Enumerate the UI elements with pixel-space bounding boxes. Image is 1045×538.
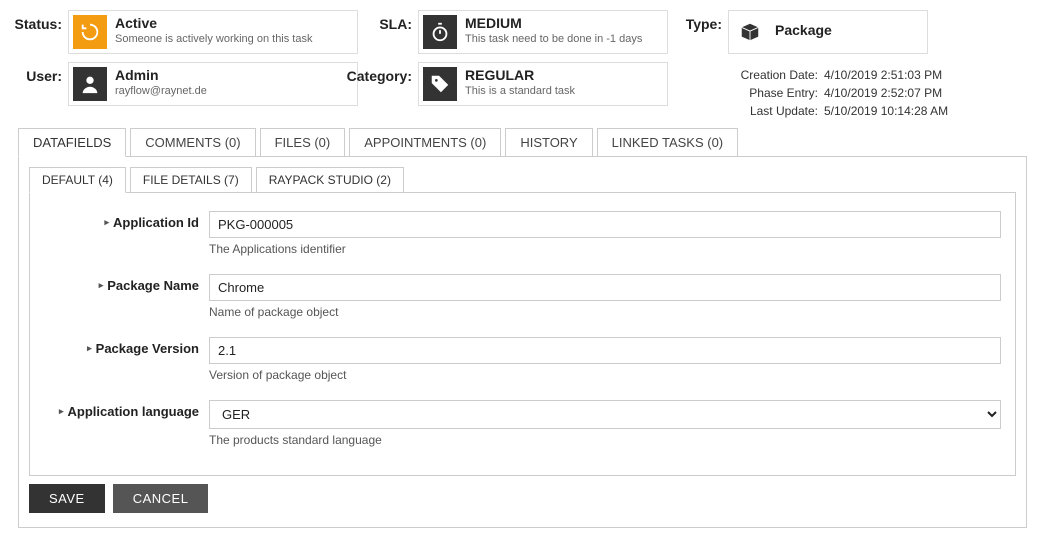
status-active-icon [73, 15, 107, 49]
input-application-id[interactable] [209, 211, 1001, 238]
help-package-name: Name of package object [209, 305, 1001, 319]
caret-icon: ▸ [87, 343, 92, 354]
user-icon [73, 67, 107, 101]
help-app-language: The products standard language [209, 433, 1001, 447]
meta-creation-val: 4/10/2019 2:51:03 PM [824, 66, 974, 84]
caret-icon: ▸ [59, 406, 64, 417]
status-cell: Active Someone is actively working on th… [68, 10, 358, 54]
user-title: Admin [115, 67, 207, 84]
type-label: Type: [686, 10, 722, 32]
tab-history[interactable]: HISTORY [505, 128, 592, 157]
caret-icon: ▸ [99, 280, 104, 291]
stopwatch-icon [423, 15, 457, 49]
user-email: rayflow@raynet.de [115, 84, 207, 98]
status-desc: Someone is actively working on this task [115, 32, 312, 46]
cancel-button[interactable]: CANCEL [113, 484, 209, 513]
type-title: Package [775, 15, 832, 39]
status-title: Active [115, 15, 312, 32]
sub-tabs: DEFAULT (4) FILE DETAILS (7) RAYPACK STU… [29, 167, 1016, 193]
save-button[interactable]: SAVE [29, 484, 105, 513]
field-label-package-version: Package Version [96, 341, 199, 356]
input-package-version[interactable] [209, 337, 1001, 364]
field-label-app-id: Application Id [113, 215, 199, 230]
subtab-raypack-studio[interactable]: RAYPACK STUDIO (2) [256, 167, 404, 193]
meta-update-key: Last Update: [728, 102, 818, 120]
sla-label: SLA: [379, 10, 412, 32]
category-desc: This is a standard task [465, 84, 575, 98]
tag-icon [423, 67, 457, 101]
meta-update-val: 5/10/2019 10:14:28 AM [824, 102, 974, 120]
tab-comments[interactable]: COMMENTS (0) [130, 128, 255, 157]
sla-cell: MEDIUM This task need to be done in -1 d… [418, 10, 668, 54]
meta-phase-val: 4/10/2019 2:52:07 PM [824, 84, 974, 102]
sla-title: MEDIUM [465, 15, 642, 32]
tab-files[interactable]: FILES (0) [260, 128, 346, 157]
help-application-id: The Applications identifier [209, 242, 1001, 256]
tab-datafields[interactable]: DATAFIELDS [18, 128, 126, 157]
user-cell: Admin rayflow@raynet.de [68, 62, 358, 106]
type-cell: Package [728, 10, 928, 54]
sla-desc: This task need to be done in -1 days [465, 32, 642, 46]
user-label: User: [26, 62, 62, 84]
subtab-default[interactable]: DEFAULT (4) [29, 167, 126, 193]
subtab-file-details[interactable]: FILE DETAILS (7) [130, 167, 252, 193]
field-label-app-language: Application language [68, 404, 199, 419]
tab-linked-tasks[interactable]: LINKED TASKS (0) [597, 128, 739, 157]
tab-appointments[interactable]: APPOINTMENTS (0) [349, 128, 501, 157]
status-label: Status: [15, 10, 62, 32]
input-package-name[interactable] [209, 274, 1001, 301]
category-title: REGULAR [465, 67, 575, 84]
package-icon [733, 15, 767, 49]
caret-icon: ▸ [105, 217, 110, 228]
field-label-package-name: Package Name [107, 278, 199, 293]
meta-phase-key: Phase Entry: [728, 84, 818, 102]
help-package-version: Version of package object [209, 368, 1001, 382]
select-application-language[interactable]: GER [209, 400, 1001, 429]
category-label: Category: [347, 62, 412, 84]
main-tabs: DATAFIELDS COMMENTS (0) FILES (0) APPOIN… [18, 128, 1027, 157]
meta-creation-key: Creation Date: [728, 66, 818, 84]
category-cell: REGULAR This is a standard task [418, 62, 668, 106]
meta-block: Creation Date: 4/10/2019 2:51:03 PM Phas… [728, 62, 974, 120]
